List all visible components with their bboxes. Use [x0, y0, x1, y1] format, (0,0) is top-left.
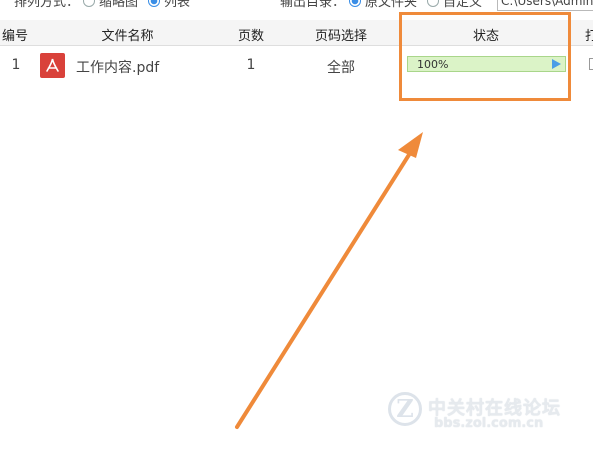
watermark: Z 中关村在线论坛 bbs.zol.com.cn [388, 388, 588, 438]
watermark-url: bbs.zol.com.cn [434, 416, 544, 431]
watermark-logo: Z [388, 392, 422, 426]
